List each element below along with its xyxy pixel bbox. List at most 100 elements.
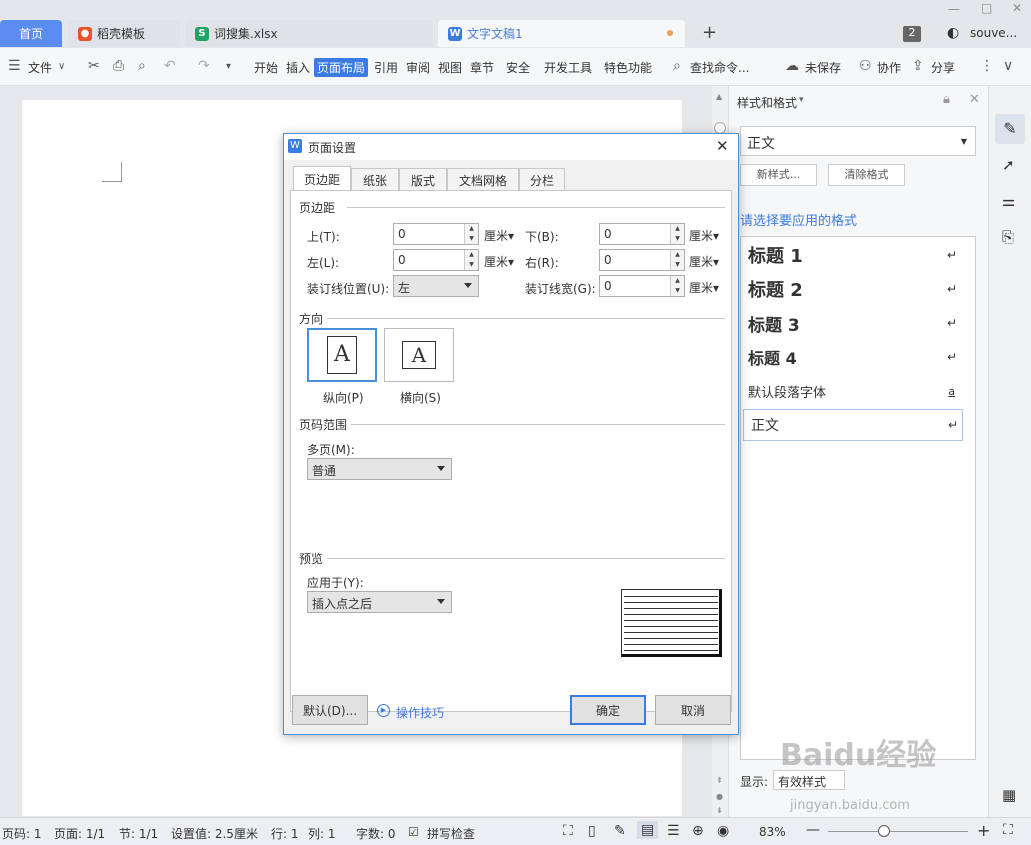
scroll-up-icon[interactable]: ▲ [716, 92, 722, 101]
dtab-doc-grid[interactable]: 文档网格 [447, 168, 519, 191]
dtab-layout[interactable]: 版式 [399, 168, 447, 191]
undo-icon[interactable]: ↶ [164, 58, 176, 74]
dtab-margins[interactable]: 页边距 [293, 166, 351, 191]
redo-icon[interactable]: ↷ [198, 58, 210, 74]
apply-to-select[interactable]: 插入点之后 [307, 591, 452, 613]
web-view-icon[interactable]: ⊕ [692, 823, 704, 839]
minimize-icon[interactable]: — [948, 2, 960, 16]
play-icon[interactable]: ▶ [377, 704, 390, 717]
user-avatar-icon[interactable]: ◐ [947, 25, 959, 41]
reading-mode-icon[interactable]: ▯ [588, 823, 596, 839]
settings-sliders-icon[interactable]: ⚌ [1002, 192, 1015, 210]
print-preview-icon[interactable]: ⌕ [138, 58, 146, 74]
tab-spreadsheet[interactable]: S 词搜集.xlsx [185, 20, 433, 47]
status-pages[interactable]: 页面: 1/1 [54, 825, 105, 842]
panel-menu-icon[interactable]: ▾ [799, 95, 804, 105]
menu-review[interactable]: 审阅 [406, 59, 430, 76]
style-item-heading3[interactable]: 标题 3 ↵ [741, 307, 961, 339]
style-item-heading4[interactable]: 标题 4 ↵ [741, 341, 961, 373]
more-vertical-icon[interactable]: ⋮ [980, 58, 994, 74]
spinner-icon[interactable]: ▲ ▼ [670, 250, 684, 270]
zoom-out-icon[interactable]: — [806, 822, 820, 838]
pointer-icon[interactable]: ➚ [1002, 156, 1015, 174]
format-painter-icon[interactable]: ✂ [88, 58, 100, 74]
spinner-icon[interactable]: ▲ ▼ [464, 250, 478, 270]
spinner-icon[interactable]: ▲ ▼ [464, 224, 478, 244]
share-button[interactable]: 分享 [931, 59, 955, 76]
status-section[interactable]: 节: 1/1 [119, 825, 158, 842]
collapse-ribbon-icon[interactable]: ∨ [1003, 58, 1013, 74]
menu-page-layout[interactable]: 页面布局 [314, 58, 369, 77]
status-word-count[interactable]: 字数: 0 [356, 825, 396, 842]
style-item-heading2[interactable]: 标题 2 ↵ [741, 273, 961, 305]
collab-button[interactable]: 协作 [877, 59, 901, 76]
tips-link[interactable]: 操作技巧 [396, 704, 444, 721]
file-menu[interactable]: 文件 [28, 59, 52, 76]
select-browse-icon[interactable]: ● [716, 792, 723, 801]
new-tab-icon[interactable]: + [702, 22, 717, 43]
menu-view[interactable]: 视图 [438, 59, 462, 76]
multi-page-select[interactable]: 普通 [307, 458, 452, 480]
spellcheck-button[interactable]: 拼写检查 [427, 825, 475, 842]
status-page-number[interactable]: 页码: 1 [2, 825, 42, 842]
spellcheck-icon[interactable]: ☑ [408, 825, 419, 839]
menu-reference[interactable]: 引用 [374, 59, 398, 76]
more-down-icon[interactable]: ▾ [226, 61, 231, 72]
unit-select[interactable]: 厘米▾ [689, 227, 719, 244]
dtab-columns[interactable]: 分栏 [519, 168, 565, 191]
gutter-position-select[interactable]: 左 [393, 275, 479, 297]
tab-daoke[interactable]: ● 稻壳模板 [68, 20, 180, 47]
unit-select[interactable]: 厘米▾ [484, 227, 514, 244]
top-margin-input[interactable]: 0 ▲ ▼ [393, 223, 479, 245]
write-mode-icon[interactable]: ✎ [614, 823, 626, 839]
status-setting[interactable]: 设置值: 2.5厘米 [171, 825, 258, 842]
search-icon[interactable]: ⌕ [673, 58, 681, 74]
close-panel-icon[interactable]: ✕ [969, 92, 980, 107]
status-column[interactable]: 列: 1 [308, 825, 336, 842]
spinner-icon[interactable]: ▲ ▼ [670, 224, 684, 244]
maximize-icon[interactable]: □ [981, 1, 992, 15]
zoom-slider-track[interactable] [828, 831, 968, 832]
landscape-option[interactable]: A [384, 328, 454, 382]
spinner-icon[interactable]: ▲ ▼ [670, 276, 684, 296]
unit-select[interactable]: 厘米▾ [689, 253, 719, 270]
menu-chapter[interactable]: 章节 [470, 59, 494, 76]
zoom-slider-thumb[interactable] [878, 825, 890, 837]
chevron-down-icon[interactable]: ∨ [58, 61, 65, 72]
apps-grid-icon[interactable]: ▦ [1002, 786, 1016, 804]
style-item-heading1[interactable]: 标题 1 ↵ [741, 239, 961, 271]
share-icon[interactable]: ⇪ [912, 58, 924, 74]
tab-home[interactable]: 首页 [0, 20, 62, 47]
user-name[interactable]: souve... [970, 26, 1017, 40]
default-button[interactable]: 默认(D)... [292, 695, 368, 725]
next-page-icon[interactable]: ⇟ [716, 806, 723, 815]
right-margin-input[interactable]: 0 ▲ ▼ [599, 249, 685, 271]
prev-page-icon[interactable]: ⇞ [716, 776, 723, 785]
fullscreen-icon[interactable]: ⛶ [563, 823, 573, 839]
zoom-level[interactable]: 83% [759, 825, 786, 839]
cancel-button[interactable]: 取消 [655, 695, 731, 725]
menu-insert[interactable]: 插入 [286, 59, 310, 76]
outline-view-icon[interactable]: ☰ [667, 823, 680, 839]
left-margin-input[interactable]: 0 ▲ ▼ [393, 249, 479, 271]
fit-window-icon[interactable]: ⛶ [1003, 822, 1013, 838]
close-window-icon[interactable]: ✕ [1012, 1, 1022, 15]
print-icon[interactable]: ⎙ [113, 58, 124, 74]
unsaved-status[interactable]: 未保存 [805, 59, 841, 76]
unit-select[interactable]: 厘米▾ [689, 279, 719, 296]
new-style-button[interactable]: 新样式... [740, 164, 817, 186]
page-view-icon[interactable]: ▤ [637, 821, 659, 839]
portrait-option[interactable]: A [307, 328, 377, 382]
tab-document[interactable]: W 文字文稿1 [438, 20, 685, 47]
command-search[interactable]: 查找命令... [690, 59, 749, 76]
cloud-icon[interactable]: ☁ [785, 58, 799, 74]
zoom-in-icon[interactable]: + [977, 821, 990, 840]
style-item-default-font[interactable]: 默认段落字体 a [741, 375, 961, 407]
dtab-paper[interactable]: 纸张 [351, 168, 399, 191]
hamburger-icon[interactable]: ☰ [8, 58, 21, 74]
menu-start[interactable]: 开始 [254, 59, 278, 76]
ok-button[interactable]: 确定 [570, 695, 646, 725]
lock-icon[interactable]: 🔒︎ [943, 92, 950, 107]
window-count-badge[interactable]: 2 [903, 26, 921, 42]
dialog-close-icon[interactable]: ✕ [716, 137, 729, 155]
